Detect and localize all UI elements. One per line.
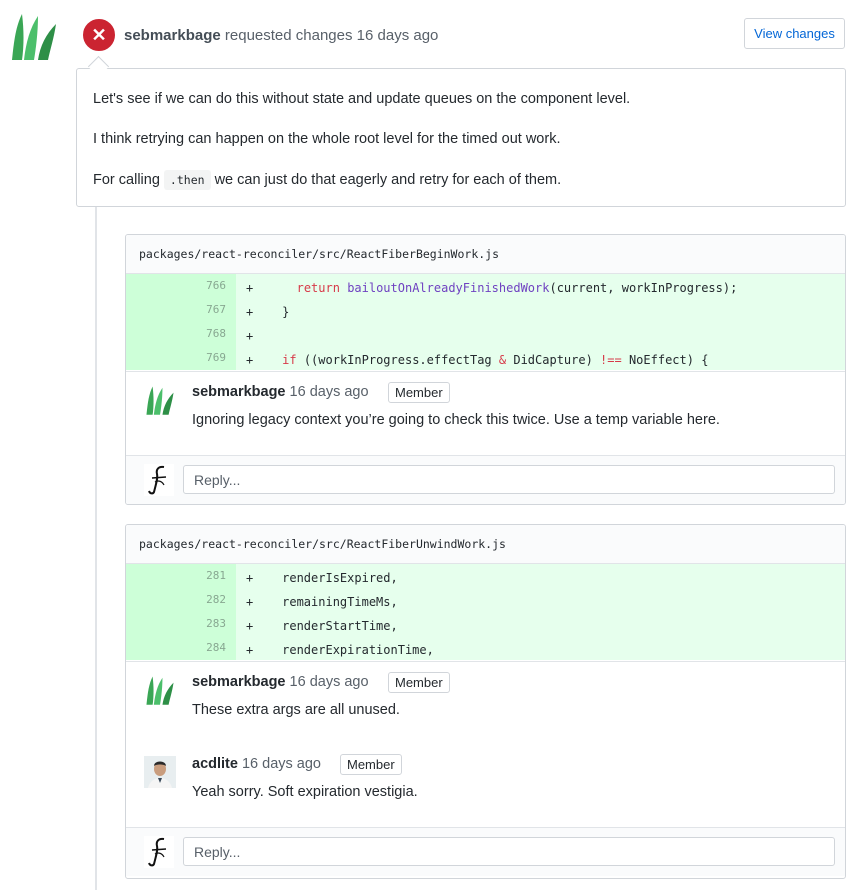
comment-time[interactable]: 16 days ago bbox=[290, 384, 369, 400]
comment-text: Ignoring legacy context you’re going to … bbox=[192, 412, 720, 428]
diff-code: + renderExpirationTime, bbox=[246, 643, 434, 657]
comment-header: sebmarkbage 16 days ago bbox=[192, 384, 369, 400]
diff-line: 766 + return bailoutOnAlreadyFinishedWor… bbox=[126, 274, 845, 298]
diff-code: + if ((workInProgress.effectTag & DidCap… bbox=[246, 353, 709, 367]
diff-line: 284 + renderExpirationTime, bbox=[126, 636, 845, 660]
diff-code: + remainingTimeMs, bbox=[246, 595, 398, 609]
comment-header: sebmarkbage 16 days ago bbox=[192, 674, 369, 690]
comment-header: acdlite 16 days ago bbox=[192, 756, 321, 772]
review-text: we can just do that eagerly and retry fo… bbox=[214, 172, 562, 188]
inline-code: .then bbox=[163, 170, 211, 190]
diff-code: + renderStartTime, bbox=[246, 619, 398, 633]
line-number[interactable]: 768 bbox=[126, 322, 236, 346]
sebmarkbage-avatar[interactable] bbox=[144, 674, 176, 706]
diff-line: 283 + renderStartTime, bbox=[126, 612, 845, 636]
diff-code: + } bbox=[246, 305, 290, 319]
member-badge: Member bbox=[388, 382, 450, 403]
diff-line: 767 + } bbox=[126, 298, 845, 322]
diff-line: 282 + remainingTimeMs, bbox=[126, 588, 845, 612]
reply-area: Reply... bbox=[126, 827, 845, 876]
line-number[interactable]: 283 bbox=[126, 612, 236, 636]
member-badge: Member bbox=[388, 672, 450, 693]
review-paragraph: Let's see if we can do this without stat… bbox=[93, 91, 631, 107]
review-paragraph: I think retrying can happen on the whole… bbox=[93, 131, 561, 147]
diff-line: 768 + bbox=[126, 322, 845, 346]
changes-requested-icon: ✕ bbox=[81, 17, 117, 53]
review-paragraph: For calling .then we can just do that ea… bbox=[93, 170, 562, 190]
review-comment: sebmarkbage 16 days ago Member These ext… bbox=[126, 662, 845, 744]
comment-author[interactable]: sebmarkbage bbox=[192, 674, 286, 690]
comment-time[interactable]: 16 days ago bbox=[290, 674, 369, 690]
review-text: For calling bbox=[93, 172, 160, 188]
file-path[interactable]: packages/react-reconciler/src/ReactFiber… bbox=[126, 525, 845, 564]
line-number[interactable]: 282 bbox=[126, 588, 236, 612]
diff-line: 769 + if ((workInProgress.effectTag & Di… bbox=[126, 346, 845, 370]
line-number[interactable]: 284 bbox=[126, 636, 236, 660]
review-comment: sebmarkbage 16 days ago Member Ignoring … bbox=[126, 372, 845, 455]
diff-code: + renderIsExpired, bbox=[246, 571, 398, 585]
line-number[interactable]: 281 bbox=[126, 564, 236, 588]
member-badge: Member bbox=[340, 754, 402, 775]
review-author[interactable]: sebmarkbage bbox=[124, 27, 221, 44]
review-header: sebmarkbage requested changes 16 days ag… bbox=[124, 27, 438, 44]
diff-code: + return bailoutOnAlreadyFinishedWork(cu… bbox=[246, 281, 738, 295]
review-action: requested changes 16 days ago bbox=[224, 27, 439, 44]
file-path[interactable]: packages/react-reconciler/src/ReactFiber… bbox=[126, 235, 845, 274]
file-comment-thread: packages/react-reconciler/src/ReactFiber… bbox=[125, 234, 846, 505]
diff-line: 281 + renderIsExpired, bbox=[126, 564, 845, 588]
comment-author[interactable]: acdlite bbox=[192, 756, 238, 772]
current-user-avatar bbox=[144, 836, 174, 868]
file-comment-thread: packages/react-reconciler/src/ReactFiber… bbox=[125, 524, 846, 879]
acdlite-avatar[interactable] bbox=[144, 756, 176, 788]
view-changes-button[interactable]: View changes bbox=[744, 18, 845, 49]
sebmarkbage-avatar[interactable] bbox=[144, 384, 176, 416]
current-user-avatar bbox=[144, 464, 174, 496]
comment-author[interactable]: sebmarkbage bbox=[192, 384, 286, 400]
comment-text: Yeah sorry. Soft expiration vestigia. bbox=[192, 784, 418, 800]
reply-area: Reply... bbox=[126, 455, 845, 504]
line-number[interactable]: 767 bbox=[126, 298, 236, 322]
review-comment: acdlite 16 days ago Member Yeah sorry. S… bbox=[126, 744, 845, 827]
comment-text: These extra args are all unused. bbox=[192, 702, 400, 718]
reply-input[interactable]: Reply... bbox=[183, 837, 835, 866]
reply-input[interactable]: Reply... bbox=[183, 465, 835, 494]
diff-code: + bbox=[246, 329, 254, 343]
line-number[interactable]: 766 bbox=[126, 274, 236, 298]
review-body: Let's see if we can do this without stat… bbox=[76, 68, 846, 207]
line-number[interactable]: 769 bbox=[126, 346, 236, 370]
sebmarkbage-avatar[interactable] bbox=[8, 10, 60, 62]
comment-time[interactable]: 16 days ago bbox=[242, 756, 321, 772]
